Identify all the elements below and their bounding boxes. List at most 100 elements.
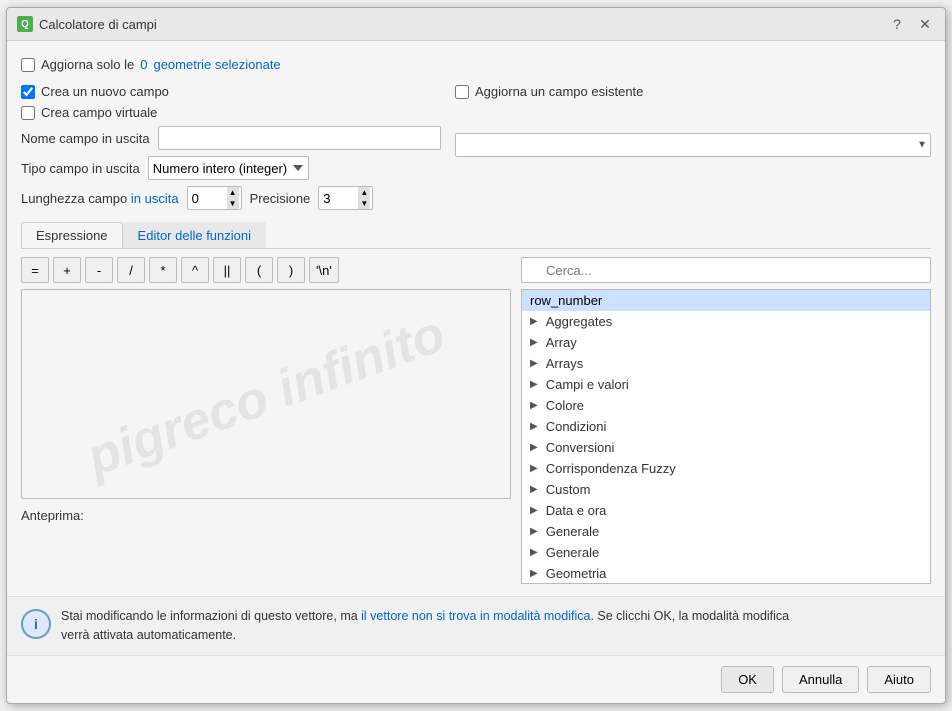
- top-checkbox-row: Aggiorna solo le 0 geometrie selezionate: [21, 53, 931, 76]
- dialog-body: Aggiorna solo le 0 geometrie selezionate…: [7, 41, 945, 596]
- expression-textarea[interactable]: [21, 289, 511, 499]
- field-length-input[interactable]: [192, 191, 227, 206]
- field-name-input[interactable]: [158, 126, 441, 150]
- virtual-field-label: Crea campo virtuale: [41, 105, 157, 120]
- field-name-label: Nome campo in uscita: [21, 131, 150, 146]
- func-label-generale2: Generale: [546, 545, 599, 560]
- op-caret[interactable]: ^: [181, 257, 209, 283]
- existing-field-select[interactable]: [455, 133, 931, 157]
- existing-field-checkbox[interactable]: [455, 85, 469, 99]
- field-type-select[interactable]: Numero intero (integer) Testo (string) N…: [148, 156, 309, 180]
- operators-row: = + - / * ^ || ( ) '\n': [21, 257, 511, 283]
- func-item-row-number[interactable]: row_number: [522, 290, 930, 311]
- field-name-row: Nome campo in uscita: [21, 126, 441, 150]
- arrow-icon-conversioni: ▶: [530, 442, 538, 453]
- func-label-generale1: Generale: [546, 524, 599, 539]
- close-title-button[interactable]: ✕: [915, 14, 935, 34]
- help-title-button[interactable]: ?: [887, 14, 907, 34]
- functions-panel: 🔍 row_number ▶ Aggregates ▶ Array: [521, 257, 931, 584]
- op-equal[interactable]: =: [21, 257, 49, 283]
- arrow-icon-arrays: ▶: [530, 358, 538, 369]
- existing-field-label: Aggiorna un campo esistente: [475, 84, 643, 99]
- title-bar-controls: ? ✕: [887, 14, 935, 34]
- field-length-up[interactable]: ▲: [227, 187, 239, 198]
- op-multiply[interactable]: *: [149, 257, 177, 283]
- func-item-condizioni[interactable]: ▶ Condizioni: [522, 416, 930, 437]
- op-open-paren[interactable]: (: [245, 257, 273, 283]
- op-or[interactable]: ||: [213, 257, 241, 283]
- arrow-icon-corrispondenza-fuzzy: ▶: [530, 463, 538, 474]
- dialog-title: Calcolatore di campi: [39, 17, 157, 32]
- arrow-icon-aggregates: ▶: [530, 316, 538, 327]
- arrow-icon-generale2: ▶: [530, 547, 538, 558]
- precision-input[interactable]: [323, 191, 358, 206]
- op-plus[interactable]: +: [53, 257, 81, 283]
- title-bar-left: Q Calcolatore di campi: [17, 16, 157, 32]
- field-length-row: Lunghezza campo in uscita ▲ ▼ Precisione: [21, 186, 441, 210]
- update-selected-count: 0: [140, 57, 147, 72]
- preview-row: Anteprima:: [21, 508, 511, 523]
- field-length-down[interactable]: ▼: [227, 198, 239, 209]
- func-label-corrispondenza-fuzzy: Corrispondenza Fuzzy: [546, 461, 676, 476]
- cancel-button[interactable]: Annulla: [782, 666, 859, 693]
- ok-button[interactable]: OK: [721, 666, 774, 693]
- main-area: = + - / * ^ || ( ) '\n' pigreco infinito…: [21, 257, 931, 584]
- field-length-arrows: ▲ ▼: [227, 187, 239, 209]
- func-item-array[interactable]: ▶ Array: [522, 332, 930, 353]
- arrow-icon-array: ▶: [530, 337, 538, 348]
- left-panel: Crea un nuovo campo Crea campo virtuale …: [21, 84, 441, 210]
- precision-spinbox: ▲ ▼: [318, 186, 373, 210]
- help-button[interactable]: Aiuto: [867, 666, 931, 693]
- function-search-input[interactable]: [521, 257, 931, 283]
- right-panel: Aggiorna un campo esistente ▼: [455, 84, 931, 210]
- func-label-arrays: Arrays: [546, 356, 584, 371]
- precision-label: Precisione: [250, 191, 311, 206]
- arrow-icon-condizioni: ▶: [530, 421, 538, 432]
- func-label-array: Array: [546, 335, 577, 350]
- app-icon: Q: [17, 16, 33, 32]
- tabs-row: Espressione Editor delle funzioni: [21, 222, 931, 249]
- update-selected-checkbox[interactable]: [21, 58, 35, 72]
- func-item-colore[interactable]: ▶ Colore: [522, 395, 930, 416]
- virtual-field-checkbox[interactable]: [21, 106, 35, 120]
- func-item-custom[interactable]: ▶ Custom: [522, 479, 930, 500]
- func-label-custom: Custom: [546, 482, 591, 497]
- precision-down[interactable]: ▼: [358, 198, 370, 209]
- title-bar: Q Calcolatore di campi ? ✕: [7, 8, 945, 41]
- func-item-conversioni[interactable]: ▶ Conversioni: [522, 437, 930, 458]
- func-item-generale1[interactable]: ▶ Generale: [522, 521, 930, 542]
- func-label-row-number: row_number: [530, 293, 602, 308]
- func-label-condizioni: Condizioni: [546, 419, 607, 434]
- update-selected-row: Aggiorna solo le 0 geometrie selezionate: [21, 57, 281, 72]
- arrow-icon-custom: ▶: [530, 484, 538, 495]
- functions-list[interactable]: row_number ▶ Aggregates ▶ Array ▶ Arrays: [521, 289, 931, 584]
- arrow-icon-generale1: ▶: [530, 526, 538, 537]
- op-minus[interactable]: -: [85, 257, 113, 283]
- preview-label: Anteprima:: [21, 508, 84, 523]
- func-item-corrispondenza-fuzzy[interactable]: ▶ Corrispondenza Fuzzy: [522, 458, 930, 479]
- arrow-icon-campi-valori: ▶: [530, 379, 538, 390]
- func-item-campi-valori[interactable]: ▶ Campi e valori: [522, 374, 930, 395]
- info-text: Stai modificando le informazioni di ques…: [61, 607, 789, 645]
- func-item-generale2[interactable]: ▶ Generale: [522, 542, 930, 563]
- new-field-checkbox[interactable]: [21, 85, 35, 99]
- tab-function-editor[interactable]: Editor delle funzioni: [123, 222, 266, 248]
- op-newline[interactable]: '\n': [309, 257, 339, 283]
- dialog-footer: OK Annulla Aiuto: [7, 655, 945, 703]
- func-item-data-ora[interactable]: ▶ Data e ora: [522, 500, 930, 521]
- precision-up[interactable]: ▲: [358, 187, 370, 198]
- update-selected-label2: geometrie selezionate: [153, 57, 280, 72]
- arrow-icon-data-ora: ▶: [530, 505, 538, 516]
- func-item-aggregates[interactable]: ▶ Aggregates: [522, 311, 930, 332]
- func-label-colore: Colore: [546, 398, 584, 413]
- func-label-data-ora: Data e ora: [546, 503, 607, 518]
- arrow-icon-colore: ▶: [530, 400, 538, 411]
- op-close-paren[interactable]: ): [277, 257, 305, 283]
- field-type-row: Tipo campo in uscita Numero intero (inte…: [21, 156, 441, 180]
- func-item-geometria[interactable]: ▶ Geometria: [522, 563, 930, 584]
- func-item-arrays[interactable]: ▶ Arrays: [522, 353, 930, 374]
- op-divide[interactable]: /: [117, 257, 145, 283]
- expression-panel: = + - / * ^ || ( ) '\n' pigreco infinito…: [21, 257, 511, 584]
- expression-area-wrapper: pigreco infinito: [21, 289, 511, 502]
- tab-expression[interactable]: Espressione: [21, 222, 123, 248]
